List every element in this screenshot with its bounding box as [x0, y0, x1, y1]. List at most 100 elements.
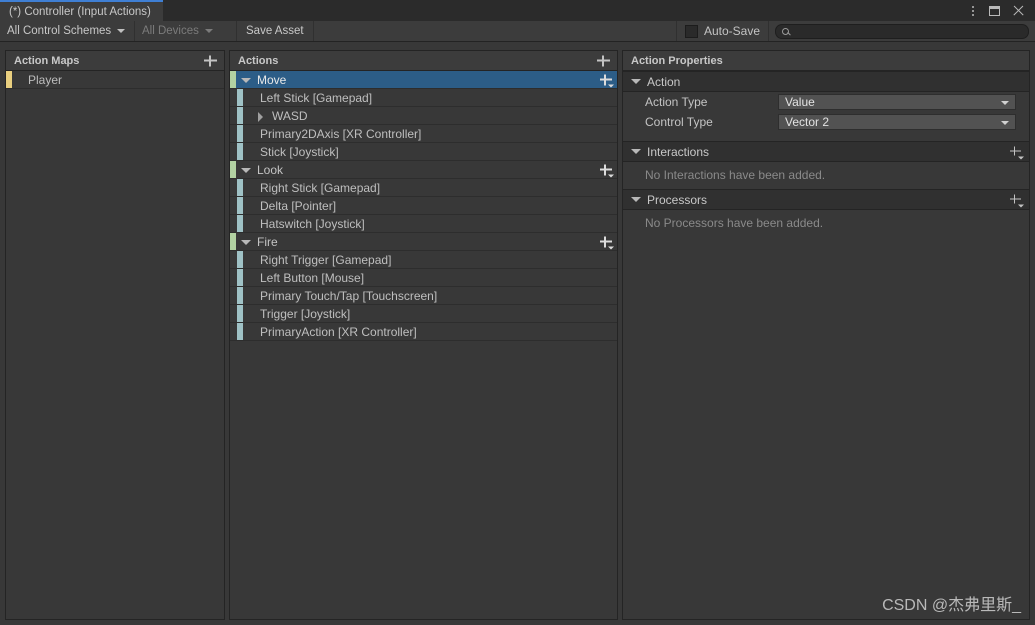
action-type-dropdown[interactable]: Value [778, 94, 1016, 110]
action-properties-panel: Action Properties Action Action Type Val… [622, 50, 1030, 620]
binding-row[interactable]: Primary Touch/Tap [Touchscreen] [230, 287, 617, 305]
binding-label: Primary2DAxis [XR Controller] [230, 127, 421, 141]
chevron-down-icon[interactable] [241, 240, 251, 245]
binding-accent-bar [237, 215, 243, 232]
binding-row[interactable]: Left Button [Mouse] [230, 269, 617, 287]
binding-accent-bar [237, 323, 243, 340]
add-processor-button[interactable] [1008, 192, 1023, 207]
control-type-label: Control Type [645, 115, 778, 129]
tab-label: (*) Controller (Input Actions) [9, 6, 151, 18]
action-map-label: Player [6, 73, 62, 87]
action-maps-title: Action Maps [14, 55, 79, 67]
binding-label: Hatswitch [Joystick] [230, 217, 365, 231]
interactions-empty-text: No Interactions have been added. [623, 162, 1029, 189]
action-label: Fire [230, 235, 278, 249]
interactions-section-foldout[interactable]: Interactions [623, 141, 1029, 162]
devices-dropdown[interactable]: All Devices [135, 21, 237, 41]
chevron-down-icon [1001, 101, 1009, 105]
binding-label: PrimaryAction [XR Controller] [230, 325, 417, 339]
auto-save-checkbox[interactable] [685, 25, 698, 38]
action-row-look[interactable]: Look [230, 161, 617, 179]
binding-row[interactable]: Right Stick [Gamepad] [230, 179, 617, 197]
binding-row[interactable]: PrimaryAction [XR Controller] [230, 323, 617, 341]
add-binding-button[interactable] [598, 234, 613, 249]
binding-row[interactable]: Right Trigger [Gamepad] [230, 251, 617, 269]
action-maps-list: Player [6, 71, 224, 89]
chevron-down-icon [117, 29, 125, 33]
action-maps-panel: Action Maps Player [5, 50, 225, 620]
chevron-down-icon[interactable] [241, 78, 251, 83]
binding-accent-bar [237, 89, 243, 106]
control-type-value: Vector 2 [785, 115, 829, 129]
binding-accent-bar [237, 197, 243, 214]
close-icon[interactable] [1012, 4, 1025, 17]
binding-label: Primary Touch/Tap [Touchscreen] [230, 289, 437, 303]
action-type-value: Value [785, 95, 815, 109]
binding-label: Right Trigger [Gamepad] [230, 253, 391, 267]
binding-label: Right Stick [Gamepad] [230, 181, 380, 195]
maximize-icon[interactable] [989, 4, 1002, 17]
search-box[interactable] [775, 24, 1029, 39]
action-label: Move [230, 73, 286, 87]
tab-controller-input-actions[interactable]: (*) Controller (Input Actions) [0, 0, 163, 21]
action-accent-bar [230, 161, 236, 178]
control-schemes-label: All Control Schemes [7, 25, 111, 37]
auto-save-toggle[interactable]: Auto-Save [677, 21, 769, 41]
window-controls [966, 0, 1031, 21]
action-properties-title: Action Properties [631, 55, 723, 67]
binding-row[interactable]: Hatswitch [Joystick] [230, 215, 617, 233]
binding-row-composite-wasd[interactable]: WASD [230, 107, 617, 125]
add-interaction-button[interactable] [1008, 144, 1023, 159]
save-asset-button[interactable]: Save Asset [237, 21, 314, 41]
action-row-move[interactable]: Move [230, 71, 617, 89]
binding-row[interactable]: Trigger [Joystick] [230, 305, 617, 323]
actions-list: Move Left Stick [Gamepad] WASD Primary2D… [230, 71, 617, 341]
window-tab-strip: (*) Controller (Input Actions) [0, 0, 1035, 21]
control-type-dropdown[interactable]: Vector 2 [778, 114, 1016, 130]
add-action-map-button[interactable] [203, 53, 218, 68]
binding-accent-bar [237, 251, 243, 268]
toolbar: All Control Schemes All Devices Save Ass… [0, 21, 1035, 42]
kebab-menu-icon[interactable] [966, 4, 979, 17]
control-schemes-dropdown[interactable]: All Control Schemes [0, 21, 135, 41]
binding-row[interactable]: Delta [Pointer] [230, 197, 617, 215]
actions-panel: Actions Move Left Stick [Gamepad] WASD [229, 50, 618, 620]
actions-title: Actions [238, 55, 278, 67]
binding-accent-bar [237, 179, 243, 196]
interactions-section-title: Interactions [647, 145, 709, 159]
binding-accent-bar [237, 305, 243, 322]
binding-label: Delta [Pointer] [230, 199, 336, 213]
binding-accent-bar [237, 107, 243, 124]
binding-row[interactable]: Stick [Joystick] [230, 143, 617, 161]
chevron-down-icon [205, 29, 213, 33]
toolbar-spacer [314, 21, 677, 41]
binding-accent-bar [237, 269, 243, 286]
action-map-accent-bar [6, 71, 12, 88]
control-type-row: Control Type Vector 2 [623, 112, 1029, 132]
action-properties-header: Action Properties [623, 51, 1029, 71]
processors-section-foldout[interactable]: Processors [623, 189, 1029, 210]
action-map-row-player[interactable]: Player [6, 71, 224, 89]
binding-label: Left Stick [Gamepad] [230, 91, 372, 105]
devices-label: All Devices [142, 25, 199, 37]
action-maps-header: Action Maps [6, 51, 224, 71]
binding-accent-bar [237, 125, 243, 142]
action-accent-bar [230, 233, 236, 250]
chevron-down-icon [1001, 121, 1009, 125]
chevron-right-icon[interactable] [258, 112, 263, 122]
binding-row[interactable]: Primary2DAxis [XR Controller] [230, 125, 617, 143]
binding-row[interactable]: Left Stick [Gamepad] [230, 89, 617, 107]
actions-header: Actions [230, 51, 617, 71]
action-type-row: Action Type Value [623, 92, 1029, 112]
search-input[interactable] [793, 25, 1028, 37]
action-section-foldout[interactable]: Action [623, 71, 1029, 92]
binding-label: Stick [Joystick] [230, 145, 339, 159]
add-binding-button[interactable] [598, 72, 613, 87]
add-binding-button[interactable] [598, 162, 613, 177]
chevron-down-icon [631, 79, 641, 84]
chevron-down-icon [631, 197, 641, 202]
action-row-fire[interactable]: Fire [230, 233, 617, 251]
chevron-down-icon[interactable] [241, 168, 251, 173]
add-action-button[interactable] [596, 53, 611, 68]
action-label: Look [230, 163, 283, 177]
